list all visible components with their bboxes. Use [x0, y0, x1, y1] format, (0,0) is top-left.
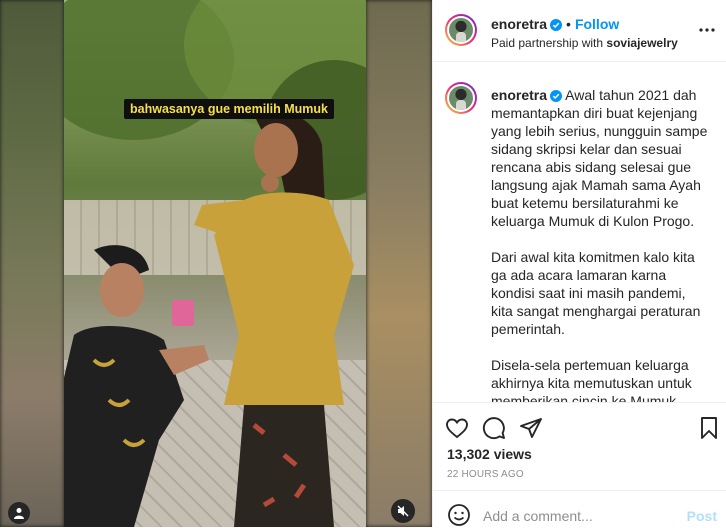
blurred-background-right — [366, 0, 432, 527]
save-bookmark-icon[interactable] — [697, 416, 721, 440]
comment-input[interactable] — [483, 505, 673, 527]
post-media[interactable]: bahwasanya gue memilih Mumuk — [0, 0, 432, 527]
caption-paragraph: Disela-sela pertemuan keluarga akhirnya … — [491, 356, 711, 403]
blurred-background-left — [0, 0, 64, 527]
author-username[interactable]: enoretra — [491, 16, 547, 32]
paid-partnership-line: Paid partnership with soviajewelry — [491, 36, 678, 50]
share-send-icon[interactable] — [519, 416, 543, 440]
caption-paragraph: enoretra Awal tahun 2021 dah memantapkan… — [491, 86, 711, 230]
caption-section: enoretra Awal tahun 2021 dah memantapkan… — [433, 62, 726, 403]
separator-dot: • — [566, 16, 571, 32]
man-figure — [64, 245, 209, 527]
ring-box — [172, 300, 194, 326]
verified-badge-icon — [550, 90, 563, 102]
video-caption-overlay: bahwasanya gue memilih Mumuk — [124, 99, 334, 119]
comment-bubble-icon[interactable] — [482, 416, 506, 440]
person-icon — [14, 508, 24, 519]
post-side-panel: enoretra • Follow Paid partnership with so… — [432, 0, 726, 527]
mute-toggle-button[interactable] — [391, 499, 415, 523]
like-heart-icon[interactable] — [445, 416, 469, 440]
post-comment-button[interactable]: Post — [687, 508, 717, 524]
action-bar — [433, 404, 726, 444]
caption-text-1: Awal tahun 2021 dah memantapkan diri bua… — [491, 87, 708, 229]
verified-badge-icon — [550, 19, 563, 31]
partner-link[interactable]: soviajewelry — [606, 36, 677, 50]
post-timestamp[interactable]: 22 HOURS AGO — [447, 469, 524, 480]
caption-username[interactable]: enoretra — [491, 87, 547, 103]
user-tag-button[interactable] — [8, 502, 30, 524]
video-frame[interactable] — [64, 0, 366, 527]
emoji-smiley-icon[interactable] — [447, 503, 471, 527]
caption-text-2: Dari awal kita komitmen kalo kita ga ada… — [491, 249, 701, 337]
header-user-line: enoretra • Follow — [491, 16, 619, 34]
caption-paragraph: Dari awal kita komitmen kalo kita ga ada… — [491, 248, 711, 338]
follow-button[interactable]: Follow — [575, 16, 619, 32]
partnership-label: Paid partnership with — [491, 36, 604, 50]
more-options-icon[interactable] — [695, 20, 719, 40]
caption-author-avatar[interactable] — [445, 82, 477, 114]
post-header: enoretra • Follow Paid partnership with so… — [433, 0, 726, 62]
author-avatar[interactable] — [445, 14, 477, 46]
caption-text-3: Disela-sela pertemuan keluarga akhirnya … — [491, 357, 692, 403]
caption-body: enoretra Awal tahun 2021 dah memantapkan… — [491, 86, 711, 403]
add-comment-bar: Post — [433, 490, 726, 528]
view-count[interactable]: 13,302 views — [447, 446, 532, 462]
speaker-muted-icon — [397, 505, 409, 517]
